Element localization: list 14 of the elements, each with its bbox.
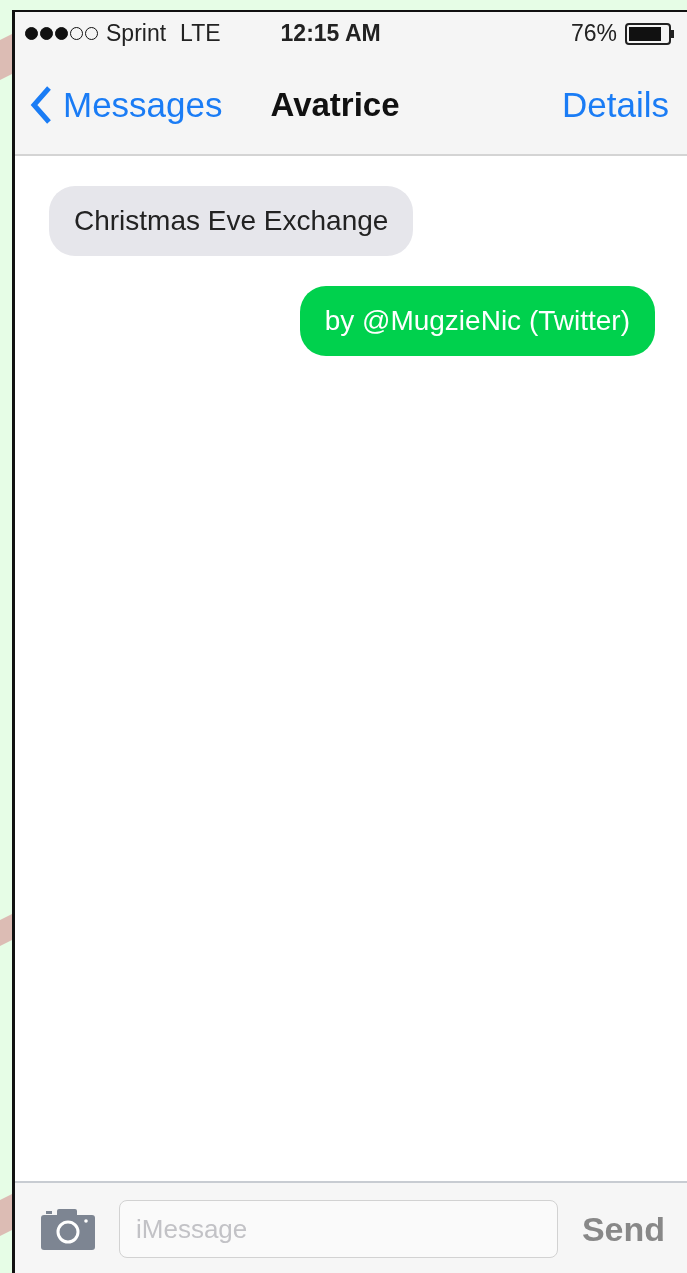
back-chevron-icon (29, 84, 53, 125)
network-label: LTE (180, 20, 221, 47)
carrier-label: Sprint (106, 20, 167, 47)
send-button[interactable]: Send (581, 1209, 665, 1249)
details-link[interactable]: Details (562, 84, 669, 125)
sent-message-bubble: by @MugzieNic (Twitter) (299, 286, 655, 356)
battery-icon (625, 22, 675, 45)
message-input-field[interactable]: iMessage (119, 1200, 558, 1258)
back-button[interactable]: Messages (29, 84, 223, 125)
clock-time: 12:15 AM (280, 20, 382, 47)
received-message-bubble: Christmas Eve Exchange (49, 186, 414, 256)
camera-icon[interactable] (41, 1208, 95, 1250)
battery-percent: 76% (570, 20, 617, 47)
contact-name: Avatrice (270, 85, 401, 124)
